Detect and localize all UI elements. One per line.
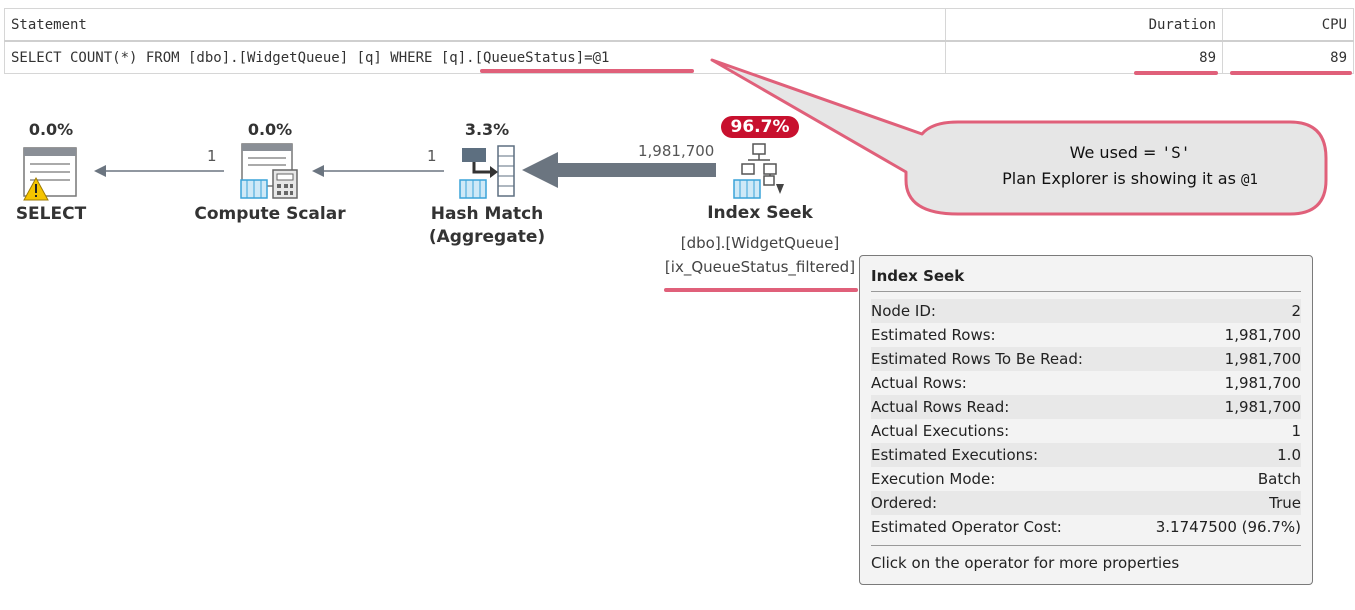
index-seek-cost-badge: 96.7% <box>720 116 800 138</box>
tooltip-property-label: Actual Rows Read: <box>871 398 1010 416</box>
tooltip-property-label: Actual Rows: <box>871 374 967 392</box>
tooltip-property-label: Estimated Rows: <box>871 326 996 344</box>
tooltip-property-value: 1,981,700 <box>1224 326 1301 344</box>
tooltip-property-value: 1 <box>1291 422 1301 440</box>
operator-index-seek[interactable]: 96.7% Index Seek [dbo].[WidgetQueue] [ix… <box>640 116 880 279</box>
tooltip-property-row: Ordered: True <box>871 491 1301 515</box>
tooltip-property-value: Batch <box>1257 470 1301 488</box>
tooltip-property-label: Ordered: <box>871 494 938 512</box>
tooltip-property-value: 1,981,700 <box>1224 350 1301 368</box>
tooltip-property-label: Node ID: <box>871 302 936 320</box>
tooltip-property-label: Estimated Operator Cost: <box>871 518 1062 536</box>
operator-hash-match[interactable]: 3.3% Hash Match (Aggregate) <box>412 120 562 249</box>
compute-scalar-cost-pct: 0.0% <box>247 120 293 139</box>
callout-literal-value: 'S' <box>1161 143 1191 162</box>
select-cost-pct: 0.0% <box>28 120 74 139</box>
callout-line2-prefix: Plan Explorer is showing it as <box>1002 169 1242 188</box>
tooltip-property-label: Estimated Rows To Be Read: <box>871 350 1083 368</box>
tooltip-property-label: Execution Mode: <box>871 470 996 488</box>
tooltip-property-row: Estimated Rows To Be Read: 1,981,700 <box>871 347 1301 371</box>
tooltip-property-row: Estimated Executions: 1.0 <box>871 443 1301 467</box>
index-seek-label: Index Seek <box>707 203 813 223</box>
operator-compute-scalar[interactable]: 0.0% Compute Scalar <box>190 120 350 226</box>
compute-scalar-label: Compute Scalar <box>194 204 346 224</box>
callout-line1-prefix: We used = <box>1069 143 1162 162</box>
index-seek-table: [dbo].[WidgetQueue] <box>680 234 840 252</box>
tooltip-property-value: 1.0 <box>1277 446 1301 464</box>
tooltip-property-label: Estimated Executions: <box>871 446 1039 464</box>
tooltip-property-row: Estimated Rows: 1,981,700 <box>871 323 1301 347</box>
tooltip-property-list: Node ID: 2 Estimated Rows: 1,981,700 Estimat… <box>871 299 1301 539</box>
callout-line2: Plan Explorer is showing it as @1 <box>940 166 1320 193</box>
operator-select[interactable]: 0.0% SELECT <box>10 120 92 226</box>
callout-text: We used = 'S' Plan Explorer is showing i… <box>940 140 1320 193</box>
tooltip-property-value: 1,981,700 <box>1224 398 1301 416</box>
tooltip-property-row: Actual Executions: 1 <box>871 419 1301 443</box>
tooltip-property-row: Actual Rows: 1,981,700 <box>871 371 1301 395</box>
tooltip-property-row: Estimated Operator Cost: 3.1747500 (96.7%… <box>871 515 1301 539</box>
hash-match-label-line2: (Aggregate) <box>428 227 546 247</box>
callout-parameter-value: @1 <box>1241 172 1258 188</box>
tooltip-property-value: 3.1747500 (96.7%) <box>1155 518 1301 536</box>
select-label: SELECT <box>15 204 87 224</box>
tooltip-property-label: Actual Executions: <box>871 422 1010 440</box>
callout-line1: We used = 'S' <box>940 140 1320 166</box>
tooltip-footer: Click on the operator for more propertie… <box>871 545 1301 572</box>
tooltip-property-row: Execution Mode: Batch <box>871 467 1301 491</box>
tooltip-property-row: Actual Rows Read: 1,981,700 <box>871 395 1301 419</box>
tooltip-property-value: 1,981,700 <box>1224 374 1301 392</box>
tooltip-property-row: Node ID: 2 <box>871 299 1301 323</box>
index-seek-index: [ix_QueueStatus_filtered] <box>664 258 856 276</box>
tooltip-property-value: 2 <box>1291 302 1301 320</box>
tooltip-title: Index Seek <box>871 262 1301 292</box>
tooltip-property-value: True <box>1269 494 1301 512</box>
hash-match-cost-pct: 3.3% <box>464 120 510 139</box>
hash-match-label-line1: Hash Match <box>430 204 544 224</box>
arrowhead-compute-to-select <box>94 165 106 177</box>
index-seek-tooltip: Index Seek Node ID: 2 Estimated Rows: 1,981… <box>859 255 1313 585</box>
